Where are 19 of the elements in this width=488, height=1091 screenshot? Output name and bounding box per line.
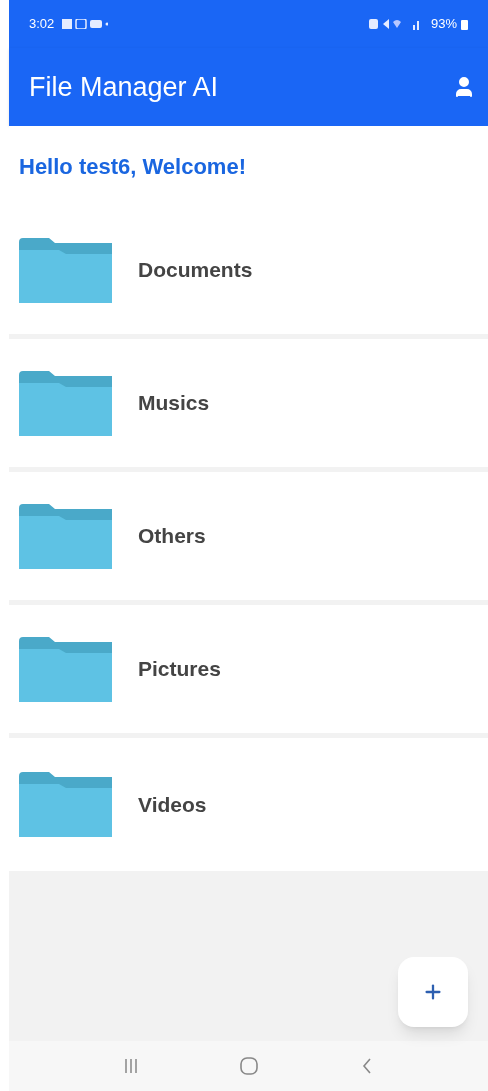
recent-apps-icon[interactable] bbox=[123, 1058, 138, 1074]
notification-icons bbox=[62, 19, 109, 29]
folder-name: Musics bbox=[138, 390, 210, 417]
status-time: 3:02 bbox=[29, 15, 55, 34]
app-title: File Manager AI bbox=[29, 70, 219, 104]
battery-percent: 93% bbox=[430, 15, 457, 34]
folder-icon bbox=[19, 636, 112, 702]
folder-icon bbox=[19, 370, 112, 436]
home-icon[interactable] bbox=[239, 1056, 260, 1076]
back-icon[interactable] bbox=[361, 1057, 374, 1075]
folder-name: Videos bbox=[138, 791, 207, 818]
battery-icon bbox=[461, 18, 468, 30]
folder-icon bbox=[19, 772, 112, 837]
greeting-text: Hello test6, Welcome! bbox=[19, 152, 246, 181]
folder-icon bbox=[19, 237, 112, 303]
folder-name: Documents bbox=[138, 257, 253, 284]
folder-name: Pictures bbox=[138, 656, 221, 683]
folder-name: Others bbox=[138, 523, 206, 550]
folder-icon bbox=[19, 503, 112, 569]
